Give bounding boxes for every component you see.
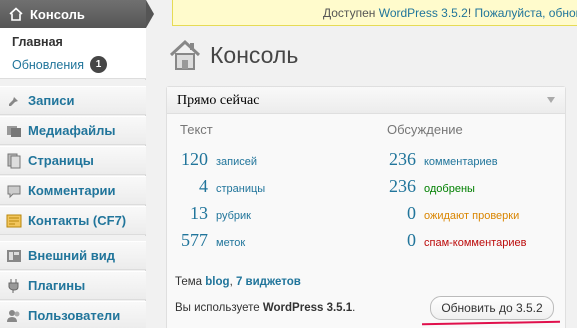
stat-label: спам-комментариев xyxy=(424,237,527,249)
pin-icon xyxy=(9,94,18,106)
stat-number: 4 xyxy=(199,176,208,196)
menu-item-media[interactable]: Медиафайлы xyxy=(0,116,146,145)
discussion-column-heading: Обсуждение xyxy=(387,122,463,137)
comments-icon xyxy=(7,185,21,198)
menu-item-plugins[interactable]: Плагины xyxy=(0,271,146,300)
stat-number: 236 xyxy=(389,176,416,196)
stat-number: 13 xyxy=(190,203,208,223)
stat-row-pending[interactable]: 0 ожидают проверки xyxy=(381,203,519,224)
menu-label: Консоль xyxy=(30,6,85,22)
stat-row-posts[interactable]: 120 записей xyxy=(174,149,257,170)
menu-item-posts[interactable]: Записи xyxy=(0,86,146,115)
stat-row-pages[interactable]: 4 страницы xyxy=(174,176,265,197)
stat-row-spam[interactable]: 0 спам-комментариев xyxy=(381,230,526,251)
submenu-updates-label: Обновления xyxy=(12,57,84,72)
theme-info: Тема blog, 7 виджетов xyxy=(175,276,301,288)
stat-number: 0 xyxy=(407,203,416,223)
menu-label: Комментарии xyxy=(28,183,116,198)
menu-label: Записи xyxy=(28,93,75,108)
stat-row-tags[interactable]: 577 меток xyxy=(174,230,245,251)
stat-number: 0 xyxy=(407,230,416,250)
current-menu-arrow xyxy=(146,0,154,28)
version-prefix: Вы используете xyxy=(175,302,263,314)
stat-label: одобрены xyxy=(424,183,475,195)
dashboard-submenu: Главная Обновления 1 xyxy=(0,28,146,79)
version-info: Вы используете WordPress 3.5.1. xyxy=(175,302,355,314)
plugins-icon xyxy=(8,278,19,293)
dashboard-icon xyxy=(9,7,23,21)
update-nag-prefix: Доступен xyxy=(323,6,379,20)
updates-count-badge: 1 xyxy=(90,56,107,73)
stat-number: 236 xyxy=(389,149,416,169)
stat-label: меток xyxy=(216,237,246,249)
collapse-toggle-icon[interactable] xyxy=(547,97,555,103)
version-suffix: . xyxy=(352,302,356,314)
menu-label: Медиафайлы xyxy=(28,123,116,138)
content-column-heading: Текст xyxy=(180,122,213,137)
update-nag-middle: ! xyxy=(467,6,475,20)
update-nag-action-link[interactable]: Пожалуйста, обнов xyxy=(475,6,577,20)
contact-form-icon xyxy=(6,214,22,227)
media-icon xyxy=(7,125,21,137)
appearance-icon xyxy=(7,249,21,262)
menu-label: Контакты (CF7) xyxy=(28,213,127,228)
menu-label: Внешний вид xyxy=(28,248,115,263)
widget-header[interactable]: Прямо сейчас xyxy=(167,87,565,114)
menu-item-appearance[interactable]: Внешний вид xyxy=(0,241,146,270)
widgets-count-link[interactable]: 7 виджетов xyxy=(236,276,301,288)
current-version: WordPress 3.5.1 xyxy=(262,302,353,314)
menu-label: Плагины xyxy=(28,278,86,293)
stat-label: комментариев xyxy=(424,156,498,168)
pages-icon xyxy=(7,153,21,168)
stat-row-categories[interactable]: 13 рубрик xyxy=(174,203,251,224)
menu-item-dashboard[interactable]: Консоль xyxy=(0,0,154,28)
menu-item-users[interactable]: Пользователи xyxy=(0,301,146,328)
theme-prefix: Тема xyxy=(175,276,206,288)
update-wordpress-button[interactable]: Обновить до 3.5.2 xyxy=(430,296,554,320)
submenu-updates[interactable]: Обновления 1 xyxy=(12,56,107,73)
menu-item-pages[interactable]: Страницы xyxy=(0,146,146,175)
stat-row-approved[interactable]: 236 одобрены xyxy=(381,176,475,197)
users-icon xyxy=(7,309,20,322)
page-header: Консоль xyxy=(168,38,298,72)
update-nag-version-link[interactable]: WordPress 3.5.2 xyxy=(379,6,468,20)
submenu-home[interactable]: Главная xyxy=(12,35,63,49)
menu-label: Пользователи xyxy=(28,308,121,323)
theme-link[interactable]: blog xyxy=(205,276,229,288)
menu-label: Страницы xyxy=(28,153,94,168)
stat-number: 120 xyxy=(181,149,208,169)
page-title: Консоль xyxy=(210,41,299,68)
stat-label: рубрик xyxy=(216,210,251,222)
stat-number: 577 xyxy=(181,230,208,250)
update-nag: Доступен WordPress 3.5.2! Пожалуйста, об… xyxy=(172,0,577,26)
stat-label: записей xyxy=(216,156,258,168)
stat-label: страницы xyxy=(216,183,266,195)
widget-title: Прямо сейчас xyxy=(177,93,260,108)
menu-item-contacts-cf7[interactable]: Контакты (CF7) xyxy=(0,206,146,235)
stat-row-comments[interactable]: 236 комментариев xyxy=(381,149,498,170)
admin-sidebar: Консоль Главная Обновления 1 Записи Меди… xyxy=(0,0,154,328)
stat-label: ожидают проверки xyxy=(424,210,520,222)
dashboard-house-icon xyxy=(169,39,201,70)
menu-item-comments[interactable]: Комментарии xyxy=(0,176,146,205)
